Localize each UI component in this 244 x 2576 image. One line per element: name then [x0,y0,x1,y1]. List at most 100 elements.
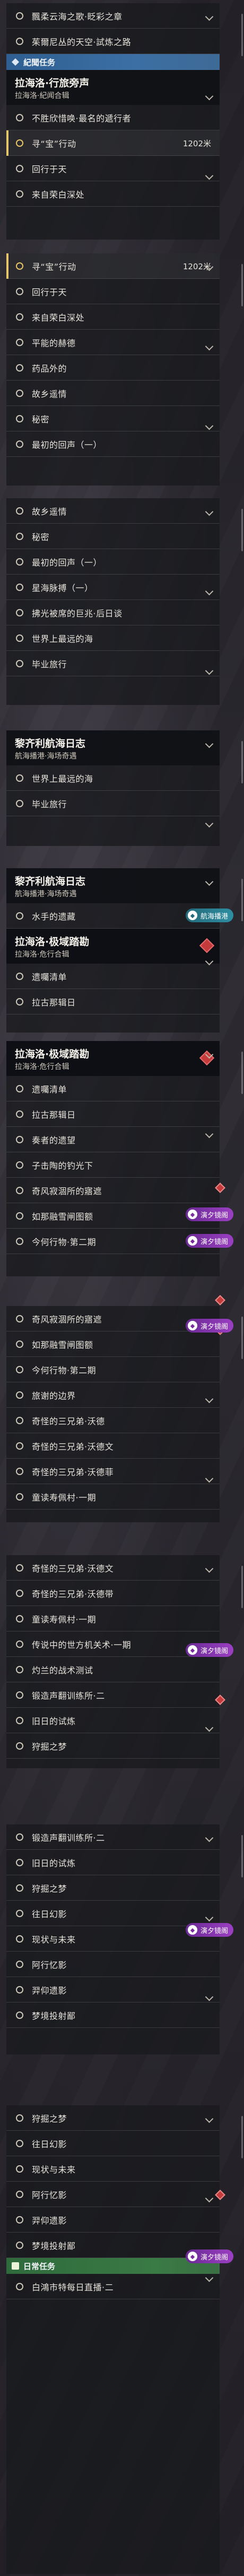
section-header[interactable]: 紀聞任务 [6,54,220,70]
quest-item[interactable]: 不胜欣惜唤·最名的遞行者 [6,105,220,130]
quest-item[interactable]: 锻造声翻训练所·二 [6,1682,220,1708]
scrollbar-thumb[interactable] [241,1835,243,1877]
quest-group-header[interactable]: 拉海洛·极域踏勘 拉海洛·危行合辑 [6,929,220,964]
tag-icon: ◆ [188,911,197,920]
area-tag-badge[interactable]: ◆ 演夕镜阁 [186,1319,234,1333]
tracked-marker-icon [199,938,215,954]
quest-group-header[interactable]: 黎齐利航海日志 航海播港·海场奇遇 [6,868,220,903]
quest-item[interactable]: 茱爾尼丛的天空·試炼之路 [6,29,220,54]
area-tag-badge[interactable]: ◆ 演夕镜阁 [186,1643,234,1657]
scrollbar-thumb[interactable] [241,264,243,306]
quest-item[interactable]: 拂光被席的巨兆·后日谈 [6,600,220,625]
scrollbar-thumb[interactable] [241,879,243,921]
quest-item[interactable]: 拉古那辑日 [6,989,220,1014]
quest-item[interactable]: 白鴻市特每日直播·二 [6,2274,220,2299]
quest-list-panel: 飄柔云海之歌·眨彩之章茱爾尼丛的天空·試炼之路 紀聞任务 拉海洛·行旅旁声 拉海洛·紀… [6,3,220,240]
quest-item[interactable]: 阿行忆影 [6,2182,220,2207]
quest-item[interactable]: 子击陶的钓光下 [6,1152,220,1178]
circle-marker-icon [16,973,23,980]
quest-item[interactable]: 奇怪的三兄弟·沃德 [6,1408,220,1433]
quest-item[interactable]: 故乡遥情 [6,381,220,406]
quest-item[interactable]: 旧日的试炼 [6,1850,220,1875]
quest-item[interactable]: 灼兰的战术测试 [6,1657,220,1682]
quest-item[interactable]: 秘密 [6,406,220,431]
quest-label: 羿仰遗影 [32,1986,67,1996]
quest-item-tracked[interactable]: 寻“宝”行动 1202米 [6,253,220,279]
quest-group-header[interactable]: 黎齐利航海日志 航海播港·海场奇遇 [6,730,220,765]
quest-label: 世界上最远的海 [32,774,93,784]
quest-label: 童读寿佩村·一期 [32,1493,97,1503]
quest-item[interactable]: 最初的回声（一） [6,549,220,575]
quest-item[interactable]: 如那融雪闸图额 [6,1331,220,1357]
quest-item[interactable]: 遗囑清单 [6,964,220,989]
circle-marker-icon [16,1640,23,1648]
quest-item[interactable]: 旧日的试炼 [6,1708,220,1733]
calendar-icon [12,2262,19,2270]
quest-item[interactable]: 奇风寂涸所的寤遮 [6,1178,220,1203]
quest-item[interactable]: 毕业旅行 [6,651,220,676]
circle-marker-icon [16,660,23,667]
quest-label: 星海脉搏（一） [32,583,93,593]
quest-item[interactable]: 奇怪的三兄弟·沃德带 [6,1581,220,1606]
quest-item[interactable]: 来自荣白深处 [6,304,220,330]
chevron-down-icon[interactable] [205,819,214,828]
quest-group-header[interactable]: 拉海洛·极域踏勘 拉海洛·危行合辑 [6,1041,220,1076]
scrollbar-thumb[interactable] [241,509,243,551]
quest-item[interactable]: 童读寿佩村·一期 [6,1484,220,1510]
scrollbar-thumb[interactable] [241,741,243,783]
area-tag-badge[interactable]: ◆ 演夕镜阁 [186,1923,234,1937]
quest-item[interactable]: 世界上最远的海 [6,625,220,651]
quest-item[interactable]: 现状与未来 [6,2156,220,2182]
quest-item-tracked[interactable]: 寻“宝”行动 1202米 [6,130,220,156]
scrollbar-thumb[interactable] [241,1052,243,1094]
section-title: 日常任务 [23,2261,56,2271]
quest-item[interactable]: 羿仰遗影 [6,1977,220,2002]
quest-item[interactable]: 秘密 [6,524,220,549]
quest-item[interactable]: 锻造声翻训练所·二 [6,1824,220,1850]
quest-item[interactable]: 回行于天 [6,279,220,304]
quest-item[interactable]: 狩掘之梦 [6,2105,220,2131]
quest-item[interactable]: 狩掘之梦 [6,1733,220,1759]
quest-item[interactable]: 药品外的 [6,355,220,381]
quest-item[interactable]: 毕业旅行 [6,791,220,816]
area-tag-badge[interactable]: ◆ 演夕镜阁 [186,1234,234,1248]
quest-item[interactable]: 故乡遥情 [6,498,220,524]
quest-item[interactable]: 往日幻影 [6,1901,220,1926]
quest-group-header[interactable]: 拉海洛·行旅旁声 拉海洛·紀闻合辑 [6,70,220,105]
quest-item[interactable]: 星海脉搏（一） [6,575,220,600]
quest-label: 飄柔云海之歌·眨彩之章 [32,12,123,22]
quest-label: 不胜欣惜唤·最名的遞行者 [32,113,132,123]
group-subtitle: 航海播港·海场奇遇 [15,752,77,761]
quest-item[interactable]: 最初的回声（一） [6,431,220,457]
quest-item[interactable]: 往日幻影 [6,2131,220,2156]
scrollbar-thumb[interactable] [241,2116,243,2158]
quest-item[interactable]: 狩掘之梦 [6,1875,220,1901]
quest-item[interactable]: 遗囑清单 [6,1076,220,1101]
quest-item[interactable]: 童读寿佩村·一期 [6,1606,220,1631]
quest-item[interactable]: 来自荣白深处 [6,181,220,207]
quest-item[interactable]: 飄柔云海之歌·眨彩之章 [6,3,220,29]
quest-item[interactable]: 平能的赫德 [6,330,220,355]
tag-icon: ◆ [188,2252,197,2261]
quest-item[interactable]: 奇怪的三兄弟·沃德菲 [6,1459,220,1484]
quest-item[interactable]: 奇怪的三兄弟·沃德文 [6,1433,220,1459]
scrollbar-thumb[interactable] [241,1566,243,1608]
area-tag-badge[interactable]: ◆ 演夕镜阁 [186,2249,234,2263]
scrollbar-thumb[interactable] [241,1317,243,1359]
quest-item[interactable]: 旅谢的边界 [6,1382,220,1408]
quest-item[interactable]: 奏者的遗望 [6,1127,220,1152]
quest-item[interactable]: 回行于天 [6,156,220,181]
quest-item[interactable]: 阿行忆影 [6,1952,220,1977]
badge-label: 演夕镜阁 [201,1927,229,1935]
area-tag-badge[interactable]: ◆ 演夕镜阁 [186,1207,234,1221]
quest-item[interactable]: 今何行物·第二期 [6,1357,220,1382]
quest-item[interactable]: 奇怪的三兄弟·沃德文 [6,1555,220,1581]
quest-item[interactable]: 拉古那辑日 [6,1101,220,1127]
circle-marker-icon [16,609,23,616]
quest-item[interactable]: 世界上最远的海 [6,765,220,791]
quest-item[interactable]: 梦境投射鄙 [6,2002,220,2028]
scrollbar-thumb[interactable] [241,14,243,56]
quest-item[interactable]: 羿仰遗影 [6,2207,220,2233]
group-title: 拉海洛·极域踏勘 [15,936,90,948]
area-tag-badge[interactable]: ◆ 航海播港 [186,908,234,922]
